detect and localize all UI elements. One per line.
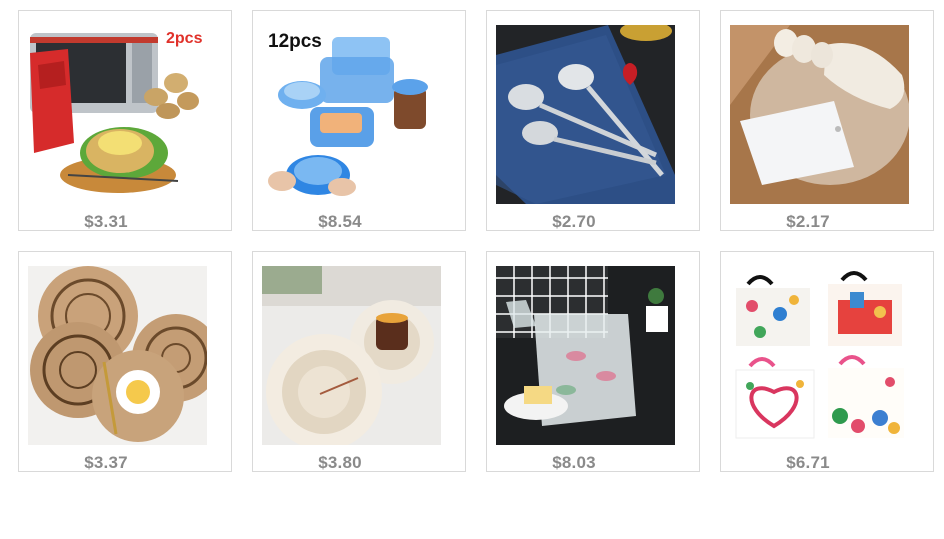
product-badge: 12pcs — [268, 31, 322, 52]
product-badge: 2pcs — [166, 30, 203, 47]
product-card[interactable]: 12pcs $8.54 — [252, 10, 466, 231]
product-price: $2.17 — [786, 212, 830, 231]
product-image-dough-scraper[interactable] — [730, 25, 909, 204]
product-price: $6.71 — [786, 453, 830, 472]
product-card[interactable]: $3.37 — [18, 251, 232, 472]
product-card[interactable]: 2pcs $3.31 — [18, 10, 232, 231]
product-card[interactable]: $8.03 — [486, 251, 700, 472]
product-price: $3.37 — [84, 453, 128, 472]
product-price: $3.31 — [84, 212, 128, 231]
product-card[interactable]: $6.71 — [720, 251, 934, 472]
product-grid: 2pcs $3.31 12pcs $8.54 $2.70 $2.17 $3.37… — [0, 0, 944, 539]
product-card[interactable]: $3.80 — [252, 251, 466, 472]
product-price: $2.70 — [552, 212, 596, 231]
product-card[interactable]: $2.17 — [720, 10, 934, 231]
product-image-jute-placemats[interactable] — [28, 266, 207, 445]
product-image-microwave-potato-bag[interactable]: 2pcs — [28, 25, 207, 204]
product-image-plastic-dessert-bags[interactable] — [496, 266, 675, 445]
product-image-macrame-coasters[interactable] — [262, 266, 441, 445]
product-price: $8.03 — [552, 453, 596, 472]
product-price: $3.80 — [318, 453, 362, 472]
product-price: $8.54 — [318, 212, 362, 231]
product-image-silicone-stretch-lids[interactable]: 12pcs — [262, 25, 441, 204]
product-image-printed-gift-bags[interactable] — [730, 266, 909, 445]
product-card[interactable]: $2.70 — [486, 10, 700, 231]
product-image-stainless-steel-spoons[interactable] — [496, 25, 675, 204]
